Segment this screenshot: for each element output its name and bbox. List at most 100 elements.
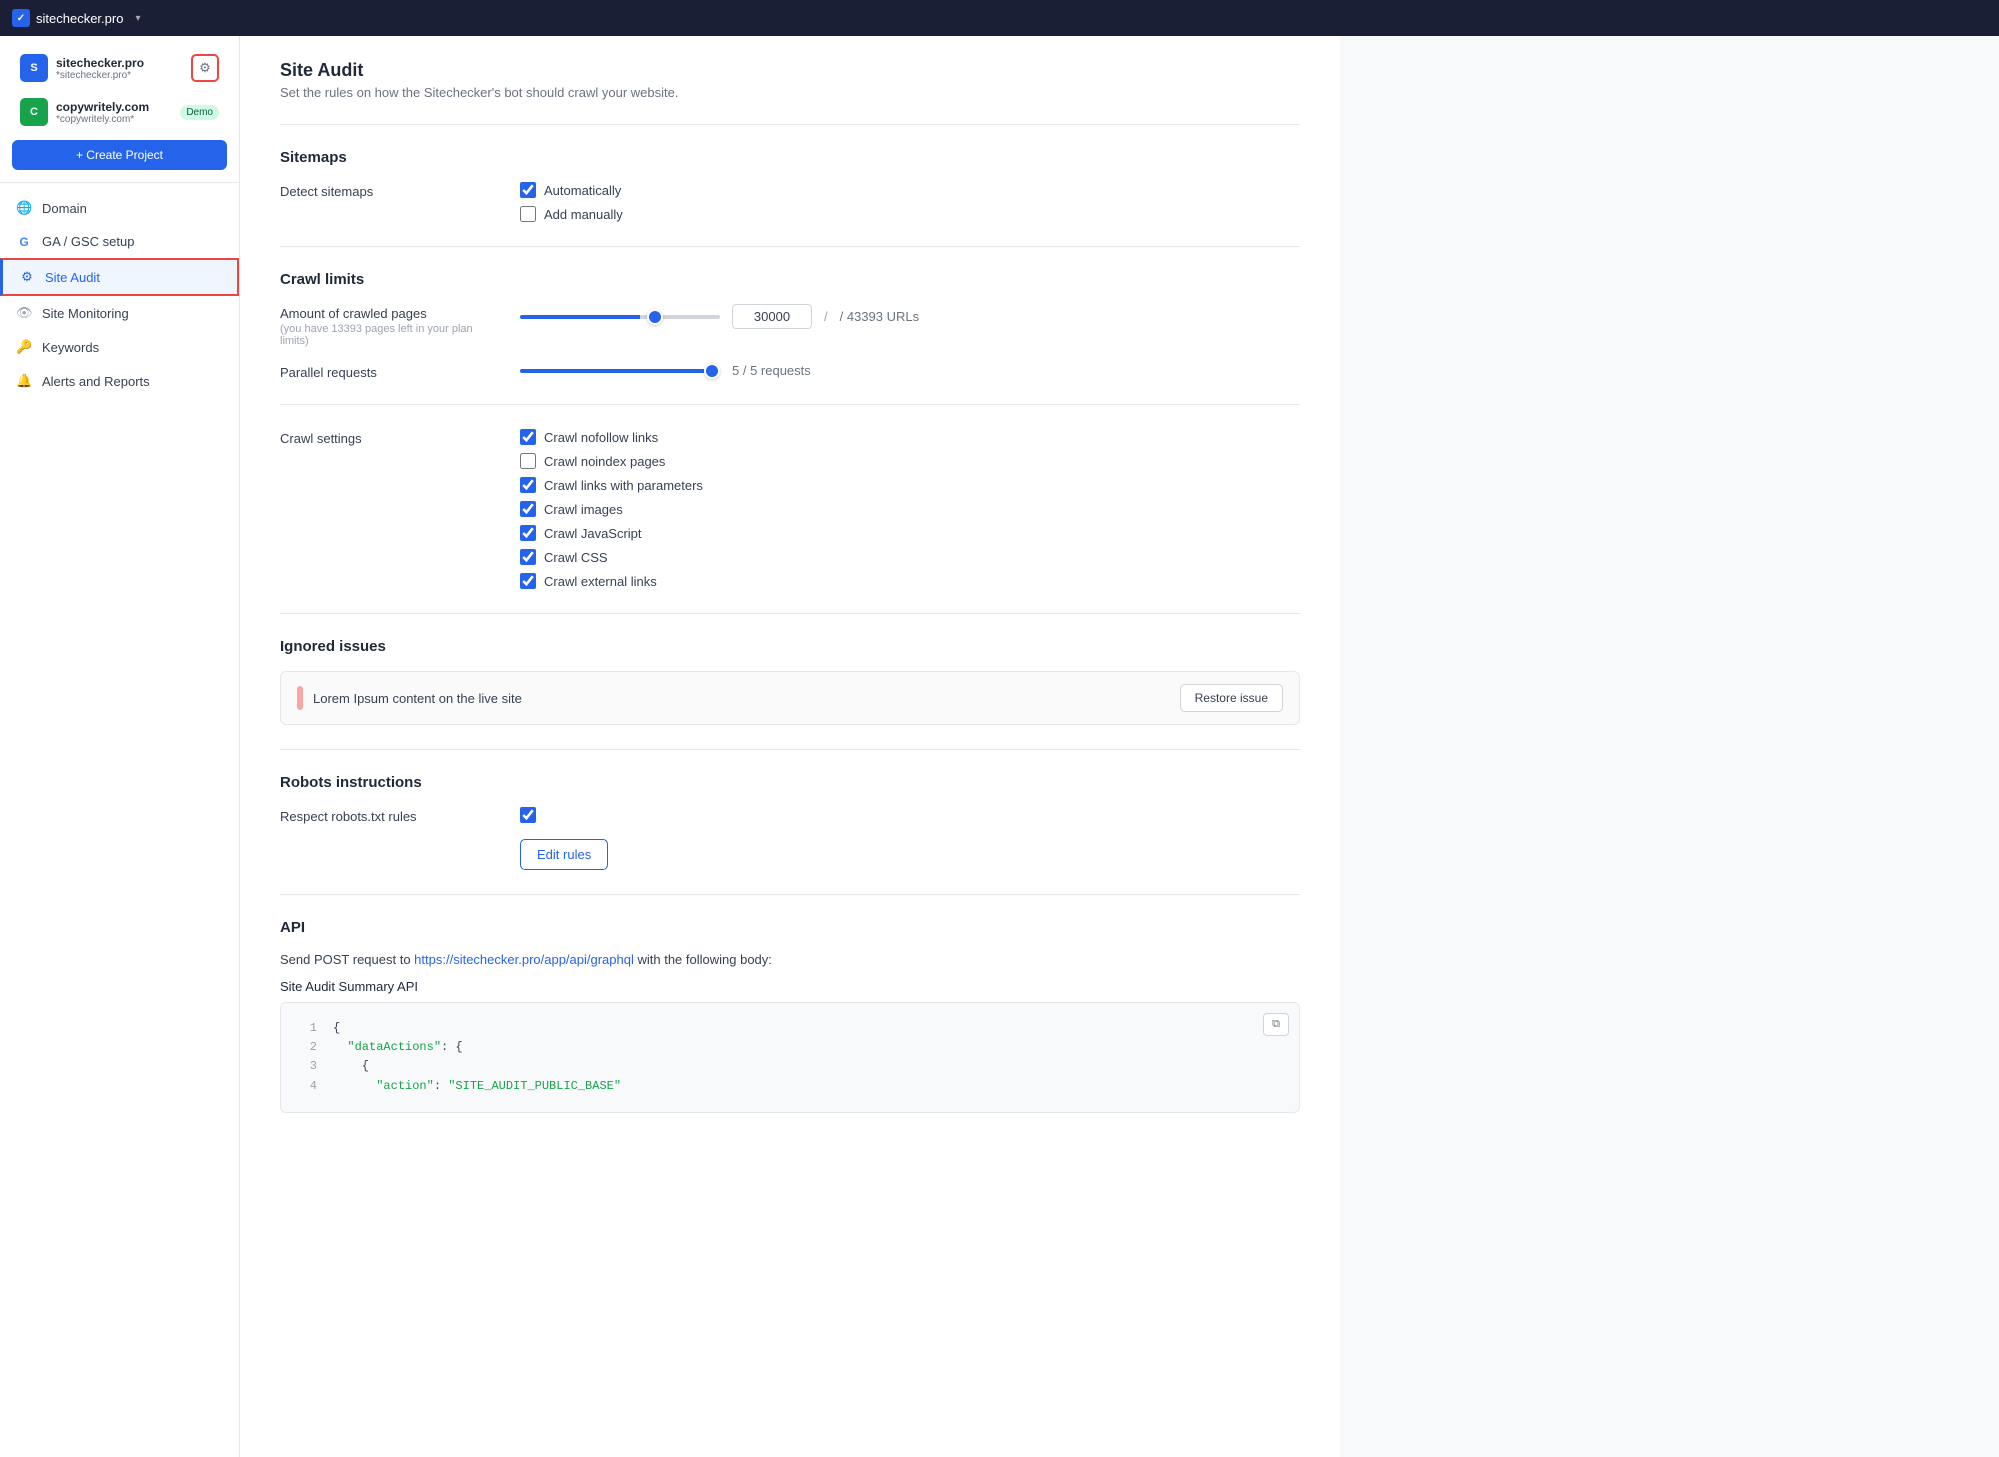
sidebar-item-label-keywords: Keywords xyxy=(42,340,99,355)
site-audit-icon: ⚙ xyxy=(19,269,35,285)
code-block: ⧉ 1 { 2 "dataActions": { 3 { 4 "action":… xyxy=(280,1002,1300,1113)
sidebar-item-keywords[interactable]: 🔑 Keywords xyxy=(0,330,239,364)
crawl-params-label: Crawl links with parameters xyxy=(544,478,703,493)
crawl-nofollow-option[interactable]: Crawl nofollow links xyxy=(520,429,703,445)
robots-controls: Edit rules xyxy=(520,807,608,870)
nav-divider xyxy=(0,182,239,183)
crawl-css-checkbox[interactable] xyxy=(520,549,536,565)
main-content: Site Audit Set the rules on how the Site… xyxy=(240,36,1999,1457)
crawl-noindex-option[interactable]: Crawl noindex pages xyxy=(520,453,703,469)
crawl-external-option[interactable]: Crawl external links xyxy=(520,573,703,589)
crawl-noindex-checkbox[interactable] xyxy=(520,453,536,469)
logo-icon: ✓ xyxy=(12,9,30,27)
parallel-requests-label: Parallel requests xyxy=(280,363,480,380)
api-url-link[interactable]: https://sitechecker.pro/app/api/graphql xyxy=(414,952,634,967)
sidebar-item-label-monitoring: Site Monitoring xyxy=(42,306,129,321)
sidebar-item-label-ga: GA / GSC setup xyxy=(42,234,135,249)
crawl-js-checkbox[interactable] xyxy=(520,525,536,541)
crawl-settings-row: Crawl settings Crawl nofollow links Craw… xyxy=(280,429,1300,589)
domain-icon: 🌐 xyxy=(16,200,32,216)
topbar-logo[interactable]: ✓ sitechecker.pro ▾ xyxy=(12,9,140,27)
add-manually-checkbox[interactable] xyxy=(520,206,536,222)
topbar: ✓ sitechecker.pro ▾ xyxy=(0,0,1999,36)
issue-severity-bar xyxy=(297,686,303,710)
automatically-checkbox[interactable] xyxy=(520,182,536,198)
crawl-params-checkbox[interactable] xyxy=(520,477,536,493)
sidebar-item-label-site-audit: Site Audit xyxy=(45,270,100,285)
sidebar-project-sitechecker[interactable]: S sitechecker.pro *sitechecker.pro* ⚙ xyxy=(8,48,231,88)
alerts-icon: 🔔 xyxy=(16,373,32,389)
crawl-nofollow-checkbox[interactable] xyxy=(520,429,536,445)
sidebar: S sitechecker.pro *sitechecker.pro* ⚙ C … xyxy=(0,36,240,1457)
detect-sitemaps-label: Detect sitemaps xyxy=(280,182,480,199)
crawl-noindex-label: Crawl noindex pages xyxy=(544,454,665,469)
edit-rules-button[interactable]: Edit rules xyxy=(520,839,608,870)
project-icon-copywritely: C xyxy=(20,98,48,126)
crawl-pages-total: / 43393 URLs xyxy=(840,309,920,324)
parallel-slider-row: 5 / 5 requests xyxy=(520,363,811,378)
page-title: Site Audit xyxy=(280,60,1300,81)
sidebar-item-alerts-reports[interactable]: 🔔 Alerts and Reports xyxy=(0,364,239,398)
issue-left: Lorem Ipsum content on the live site xyxy=(297,686,522,710)
demo-badge: Demo xyxy=(180,105,219,120)
sidebar-item-site-audit[interactable]: ⚙ Site Audit xyxy=(0,258,239,296)
api-summary-label: Site Audit Summary API xyxy=(280,979,1300,994)
crawl-js-label: Crawl JavaScript xyxy=(544,526,642,541)
sidebar-item-site-monitoring[interactable]: 👁 Site Monitoring xyxy=(0,296,239,330)
crawl-css-option[interactable]: Crawl CSS xyxy=(520,549,703,565)
parallel-requests-controls: 5 / 5 requests xyxy=(520,363,811,378)
api-description: Send POST request to https://sitechecker… xyxy=(280,952,1300,967)
crawl-settings-controls: Crawl nofollow links Crawl noindex pages… xyxy=(520,429,703,589)
keywords-icon: 🔑 xyxy=(16,339,32,355)
site-monitoring-icon: 👁 xyxy=(16,305,32,321)
sidebar-project-copywritely[interactable]: C copywritely.com *copywritely.com* Demo xyxy=(8,92,231,132)
project-info-sitechecker: sitechecker.pro *sitechecker.pro* xyxy=(56,56,183,81)
project-icon-sitechecker: S xyxy=(20,54,48,82)
sitemaps-section-title: Sitemaps xyxy=(280,149,1300,166)
sidebar-item-domain[interactable]: 🌐 Domain xyxy=(0,191,239,225)
copy-code-button[interactable]: ⧉ xyxy=(1263,1013,1289,1036)
code-line-2: 2 "dataActions": { xyxy=(297,1038,1283,1057)
sidebar-item-ga-gsc[interactable]: G GA / GSC setup xyxy=(0,225,239,258)
crawled-pages-row: Amount of crawled pages (you have 13393 … xyxy=(280,304,1300,347)
page-subtitle: Set the rules on how the Sitechecker's b… xyxy=(280,85,1300,100)
crawl-images-option[interactable]: Crawl images xyxy=(520,501,703,517)
ga-icon: G xyxy=(16,235,32,249)
sitemaps-controls: Automatically Add manually xyxy=(520,182,623,222)
issue-text: Lorem Ipsum content on the live site xyxy=(313,691,522,706)
project-info-copywritely: copywritely.com *copywritely.com* xyxy=(56,100,172,125)
crawl-pages-value-input[interactable] xyxy=(732,304,812,329)
add-manually-option[interactable]: Add manually xyxy=(520,206,623,222)
site-name: sitechecker.pro xyxy=(36,11,123,26)
settings-gear-button[interactable]: ⚙ xyxy=(191,54,219,82)
crawl-settings-label: Crawl settings xyxy=(280,429,480,446)
code-line-3: 3 { xyxy=(297,1057,1283,1076)
content-area: Site Audit Set the rules on how the Site… xyxy=(240,36,1340,1457)
detect-sitemaps-row: Detect sitemaps Automatically Add manual… xyxy=(280,182,1300,222)
crawl-limits-section-title: Crawl limits xyxy=(280,271,1300,288)
crawl-js-option[interactable]: Crawl JavaScript xyxy=(520,525,703,541)
crawl-pages-slider[interactable] xyxy=(520,315,720,319)
crawl-external-label: Crawl external links xyxy=(544,574,657,589)
crawl-external-checkbox[interactable] xyxy=(520,573,536,589)
automatically-option[interactable]: Automatically xyxy=(520,182,623,198)
parallel-requests-row: Parallel requests 5 / 5 requests xyxy=(280,363,1300,380)
create-project-button[interactable]: + Create Project xyxy=(12,140,227,170)
parallel-requests-slider[interactable] xyxy=(520,369,720,373)
robots-row: Respect robots.txt rules Edit rules xyxy=(280,807,1300,870)
robots-label: Respect robots.txt rules xyxy=(280,807,480,824)
respect-robots-option[interactable] xyxy=(520,807,608,823)
robots-section-title: Robots instructions xyxy=(280,774,1300,791)
crawl-images-label: Crawl images xyxy=(544,502,623,517)
automatically-label: Automatically xyxy=(544,183,621,198)
app-layout: S sitechecker.pro *sitechecker.pro* ⚙ C … xyxy=(0,36,1999,1457)
respect-robots-checkbox[interactable] xyxy=(520,807,536,823)
code-line-1: 1 { xyxy=(297,1019,1283,1038)
crawl-pages-slider-row: / / 43393 URLs xyxy=(520,304,919,329)
crawl-params-option[interactable]: Crawl links with parameters xyxy=(520,477,703,493)
restore-issue-button[interactable]: Restore issue xyxy=(1180,684,1283,712)
crawl-images-checkbox[interactable] xyxy=(520,501,536,517)
add-manually-label: Add manually xyxy=(544,207,623,222)
crawl-nofollow-label: Crawl nofollow links xyxy=(544,430,658,445)
crawled-pages-controls: / / 43393 URLs xyxy=(520,304,919,329)
